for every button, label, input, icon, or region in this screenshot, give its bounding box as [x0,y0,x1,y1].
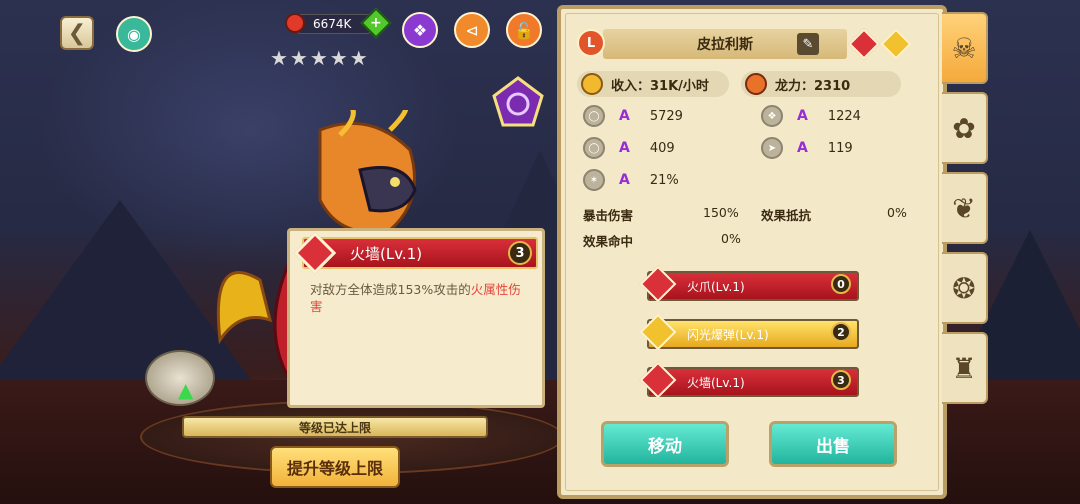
crit-damage-label: 暴击伤害 [583,208,634,223]
power-text: 龙力：2310 [775,78,851,94]
tooltip-description: 对敌方全体造成153%攻击的火属性伤害 [310,281,530,315]
tooltip-skill-header: 火墙(Lv.1) [302,237,538,269]
stat-grade: A [797,140,808,156]
skill-name: 闪光爆弹(Lv.1) [687,327,769,342]
plus-icon: + [370,14,382,31]
stat-value: 409 [649,140,675,156]
share-icon: ⊲ [465,20,479,40]
hp-shield-icon: ◯ [583,105,605,127]
skill-slot[interactable]: 闪光爆弹(Lv.1) [647,319,859,349]
stat-speed: ➤ A 119 [761,136,853,160]
visibility-toggle-button[interactable]: ◉ [116,16,152,52]
skill-slot[interactable]: 火爪(Lv.1) [647,271,859,301]
lock-button[interactable]: 🔓 [506,12,542,48]
sell-button-label: 出售 [816,436,850,457]
stat-value: 1224 [827,108,861,124]
stat-hp: ◯ A 5729 [583,104,683,128]
stat-value: 21% [649,172,679,188]
gem-icon: ❖ [412,20,428,40]
stat-grade: A [619,108,630,124]
tab-skills[interactable]: ❂ [942,252,988,324]
income-text: 收入：31K/小时 [611,78,709,94]
stat-value: 119 [827,140,853,156]
tab-evolution[interactable]: ❦ [942,172,988,244]
attack-icon: ❖ [761,105,783,127]
stat-value: 5729 [649,108,683,124]
accuracy-label: 效果命中 [583,234,634,249]
stat-crit-rate: ✶ A 21% [583,168,679,192]
upgrade-level-cap-label: 提升等级上限 [286,459,383,478]
rename-button[interactable]: ✎ [797,33,819,55]
stat-attack: ❖ A 1224 [761,104,861,128]
resource-value: 6674K [313,17,352,31]
upgrade-arrow-icon: ▲ [178,378,194,402]
accuracy-value: 0% [721,231,741,246]
stat-grade: A [797,108,808,124]
monster-name: 皮拉利斯 [697,37,753,53]
power-pill: 龙力：2310 [741,71,901,97]
fire-power-icon [745,73,767,95]
stat-grade: A [619,172,630,188]
lock-icon: 🔓 [514,20,534,40]
income-pill: 收入：31K/小时 [577,71,729,97]
flower-icon: ✿ [952,111,976,145]
skin-button[interactable]: ❖ [402,12,438,48]
dragon-head-icon: ☠ [951,31,977,65]
upgrade-level-cap-button[interactable]: 提升等级上限 [270,446,400,488]
resource-bar: 6674K + [285,7,392,39]
rarity-grade-badge: L [577,29,605,57]
swirl-icon: ❂ [952,271,976,305]
monster-info-panel: 皮拉利斯 L ✎ 收入：31K/小时 龙力：2310 ◯ A 5729 ❖ A … [557,5,947,499]
stat-defense: ◯ A 409 [583,136,675,160]
tomato-icon [285,13,305,33]
skill-count: 0 [831,274,851,294]
speed-boot-icon: ➤ [761,137,783,159]
resist-label: 效果抵抗 [761,208,812,223]
skill-slot[interactable]: 火墙(Lv.1) [647,367,859,397]
eye-icon: ◉ [127,24,141,44]
share-button[interactable]: ⊲ [454,12,490,48]
skill-tooltip: 火墙(Lv.1) 3 对敌方全体造成153%攻击的火属性伤害 [287,228,545,408]
dragon-silhouette-icon: ❦ [952,191,976,225]
level-status-bar: 等级已达上限 [182,416,488,438]
tooltip-desc-text: 对敌方全体造成153%攻击的 [310,282,471,297]
tooltip-skill-name: 火墙(Lv.1) [350,244,423,263]
skill-count: 2 [831,322,851,342]
dark-element-icon [492,76,544,127]
tab-info[interactable]: ☠ [942,12,988,84]
resist-value: 0% [887,205,907,220]
crit-star-icon: ✶ [583,169,605,191]
stat-grade: A [619,140,630,156]
star-rating: ★★★★★ [270,46,370,70]
back-button[interactable]: ❮ [60,16,94,50]
sell-button[interactable]: 出售 [769,421,897,467]
skill-name: 火爪(Lv.1) [687,279,745,294]
skill-count: 3 [831,370,851,390]
move-button-label: 移动 [648,436,682,457]
level-status-text: 等级已达上限 [298,420,371,435]
defense-shield-icon: ◯ [583,137,605,159]
skill-name: 火墙(Lv.1) [687,375,745,390]
crit-damage-value: 150% [703,205,739,220]
move-button[interactable]: 移动 [601,421,729,467]
coin-icon [581,73,603,95]
tab-runes[interactable]: ✿ [942,92,988,164]
tooltip-skill-badge: 3 [508,241,532,265]
pencil-icon: ✎ [802,36,814,52]
tab-costume[interactable]: ♜ [942,332,988,404]
suit-icon: ♜ [951,351,977,385]
